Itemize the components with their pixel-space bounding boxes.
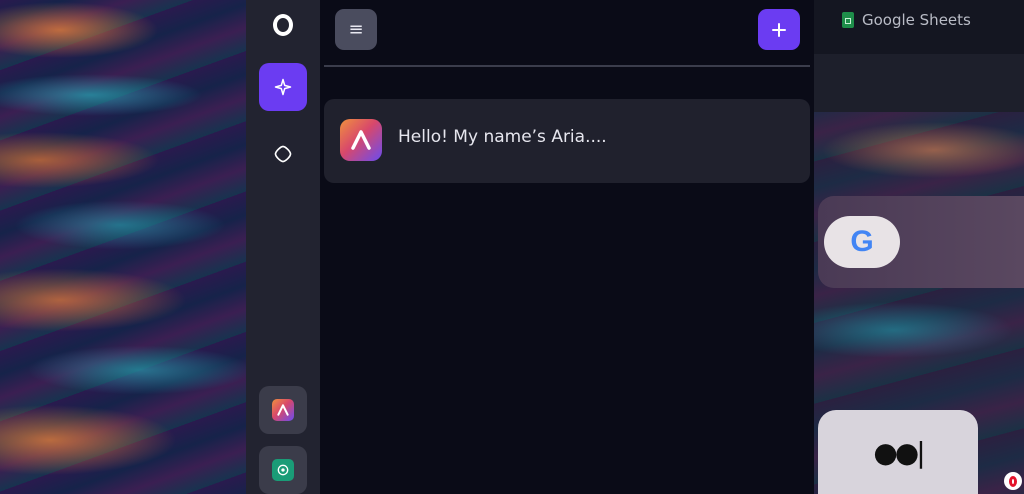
opera-logo-icon[interactable] (273, 14, 293, 36)
browser-address-bar (814, 54, 1024, 112)
menu-button[interactable]: ≡ (335, 9, 377, 50)
aria-logo-icon (340, 119, 382, 161)
google-sheets-icon (842, 12, 854, 28)
chatgpt-icon (272, 459, 294, 481)
medium-logo-icon: ●●| (873, 435, 925, 469)
tab-label: Google Sheets (862, 11, 971, 29)
desktop-wallpaper (0, 0, 246, 494)
diamond-icon (274, 145, 292, 163)
aria-extension-button[interactable] (259, 386, 307, 434)
lens-button[interactable] (259, 130, 307, 178)
browser-tab-bar: Google Sheets (814, 0, 1024, 54)
medium-speed-dial[interactable]: ●●| (818, 410, 978, 494)
header-divider (324, 65, 810, 67)
chat-list-item[interactable]: Hello! My name’s Aria.... (324, 99, 810, 183)
sidebar (246, 0, 320, 494)
sparkle-icon (274, 78, 292, 96)
google-logo-icon: G (824, 216, 900, 268)
chat-preview-text: Hello! My name’s Aria.... (398, 127, 607, 147)
aria-button[interactable] (259, 63, 307, 111)
google-search-card[interactable]: G (818, 196, 1024, 288)
tab-google-sheets[interactable]: Google Sheets (842, 6, 971, 34)
background-browser-window: Google Sheets G ●●| (814, 0, 1024, 494)
opera-badge-icon (1004, 472, 1022, 490)
new-chat-button[interactable] (758, 9, 800, 50)
hamburger-icon: ≡ (348, 19, 364, 40)
panel-header: ≡ (320, 0, 814, 66)
aria-chat-panel: ≡ Hello! My name’s Aria.... (320, 0, 814, 494)
plus-icon (772, 22, 786, 37)
chatgpt-button[interactable] (259, 446, 307, 494)
aria-logo-icon (272, 399, 294, 421)
